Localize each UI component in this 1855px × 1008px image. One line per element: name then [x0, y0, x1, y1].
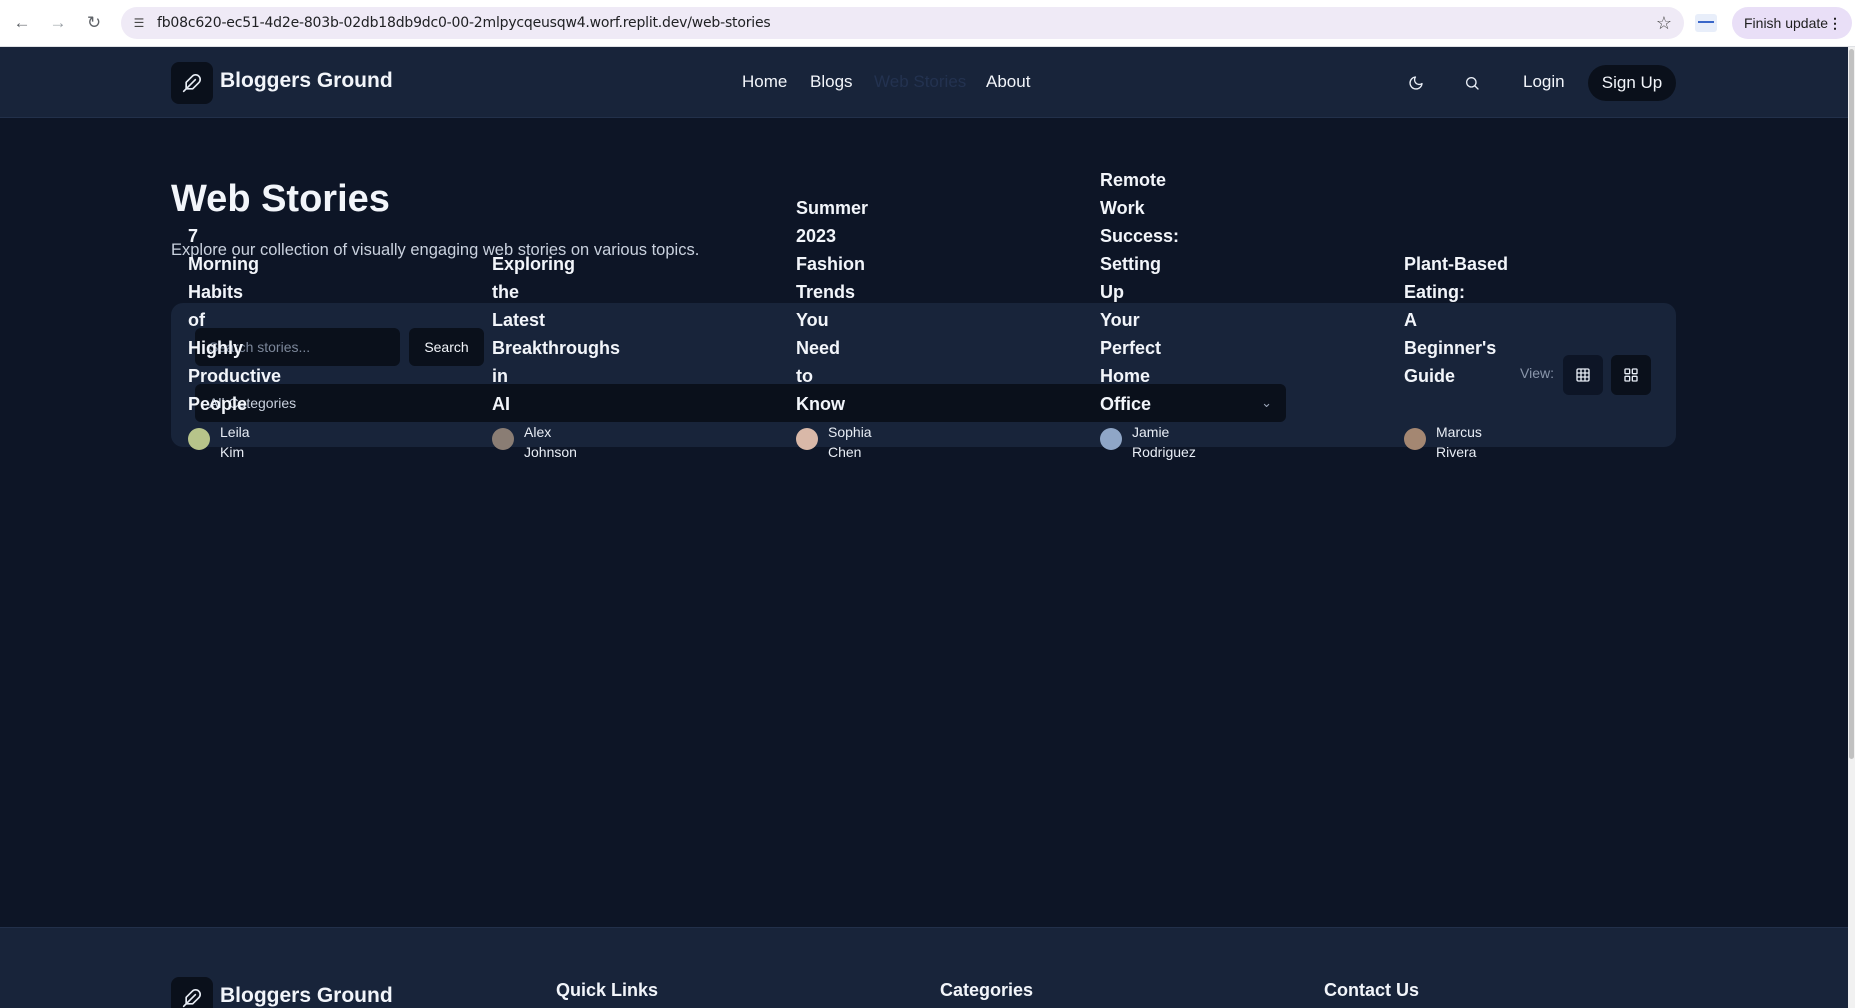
site-header: Bloggers Ground Home Blogs Web Stories A…: [0, 47, 1848, 118]
page-title: Web Stories: [171, 178, 390, 220]
story-card[interactable]: Plant-Based Eating: A Beginner's Guide: [1404, 250, 1524, 390]
author-name: Marcus Rivera: [1436, 424, 1482, 460]
search-button[interactable]: Search: [409, 328, 484, 366]
author-name: Jamie Rodriguez: [1132, 424, 1196, 460]
grid-small-view-icon[interactable]: [1611, 355, 1651, 395]
story-title[interactable]: Summer 2023 Fashion Trends You Need to K…: [796, 194, 916, 418]
reload-icon[interactable]: ↻: [82, 11, 106, 35]
grid-large-view-icon[interactable]: [1563, 355, 1603, 395]
story-card[interactable]: Remote Work Success: Setting Up Your Per…: [1100, 166, 1220, 418]
avatar: [796, 428, 818, 450]
footer-categories-heading: Categories: [940, 980, 1034, 1000]
site-settings-icon[interactable]: ☰: [131, 15, 147, 31]
footer-quick-links-heading: Quick Links: [556, 980, 659, 1000]
brand-name[interactable]: Bloggers Ground: [220, 69, 393, 93]
more-menu-icon[interactable]: ⋮: [1828, 7, 1842, 39]
finish-update-label: Finish update: [1744, 15, 1829, 31]
forward-icon[interactable]: →: [46, 11, 70, 35]
feather-logo-icon[interactable]: [171, 62, 213, 104]
chevron-down-icon: ⌄: [1261, 395, 1272, 410]
story-title[interactable]: Plant-Based Eating: A Beginner's Guide: [1404, 250, 1524, 390]
author-name: Alex Johnson: [524, 424, 577, 460]
browser-toolbar: ← → ↻ ☰ fb08c620-ec51-4d2e-803b-02db18db…: [0, 0, 1855, 47]
nav-blogs[interactable]: Blogs: [810, 72, 853, 92]
footer-brand[interactable]: Bloggers Ground: [220, 984, 393, 1008]
login-link[interactable]: Login: [1523, 72, 1565, 92]
nav-about[interactable]: About: [986, 72, 1030, 92]
finish-update-button[interactable]: Finish update ⋮: [1732, 7, 1852, 39]
avatar: [1100, 428, 1122, 450]
story-title[interactable]: 7 Morning Habits of Highly Productive Pe…: [188, 222, 308, 418]
moon-icon[interactable]: [1402, 69, 1430, 97]
signup-button[interactable]: Sign Up: [1588, 65, 1676, 101]
story-title[interactable]: Remote Work Success: Setting Up Your Per…: [1100, 166, 1220, 418]
page-scrollbar[interactable]: [1848, 47, 1855, 1008]
story-title[interactable]: Exploring the Latest Breakthroughs in AI: [492, 250, 620, 418]
view-label: View:: [1520, 365, 1554, 381]
story-card[interactable]: Summer 2023 Fashion Trends You Need to K…: [796, 194, 916, 418]
bookmark-star-icon[interactable]: ☆: [1656, 13, 1672, 34]
footer-contact-heading: Contact Us: [1324, 980, 1420, 1000]
nav-web-stories[interactable]: Web Stories: [874, 72, 966, 92]
address-bar[interactable]: ☰ fb08c620-ec51-4d2e-803b-02db18db9dc0-0…: [121, 7, 1684, 39]
search-icon[interactable]: [1458, 69, 1486, 97]
site-footer: Bloggers Ground Quick Links Categories C…: [0, 927, 1848, 1008]
story-card[interactable]: Exploring the Latest Breakthroughs in AI: [492, 250, 620, 418]
avatar: [188, 428, 210, 450]
avatar: [492, 428, 514, 450]
scrollbar-thumb[interactable]: [1849, 49, 1854, 759]
avatar: [1404, 428, 1426, 450]
profile-icon[interactable]: [1695, 14, 1717, 32]
author-name: Sophia Chen: [828, 424, 872, 460]
nav-home[interactable]: Home: [742, 72, 787, 92]
feather-logo-icon[interactable]: [171, 977, 213, 1008]
story-card[interactable]: 7 Morning Habits of Highly Productive Pe…: [188, 222, 308, 418]
back-icon[interactable]: ←: [10, 11, 34, 35]
url-text: fb08c620-ec51-4d2e-803b-02db18db9dc0-00-…: [157, 15, 771, 31]
author-name: Leila Kim: [220, 424, 250, 460]
